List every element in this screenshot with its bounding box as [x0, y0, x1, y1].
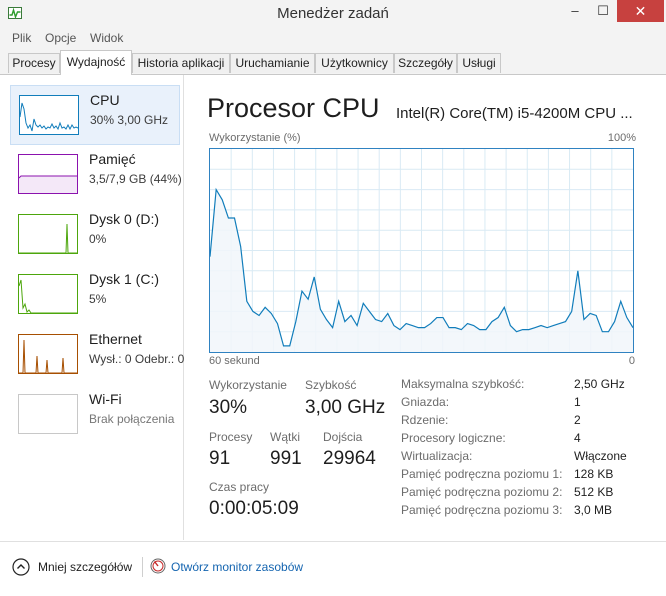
- detail-label: Pamięć podręczna poziomu 2:: [401, 485, 563, 499]
- resource-detail: 5%: [89, 292, 107, 306]
- resource-name: Wi-Fi: [89, 391, 122, 407]
- threads-value: 991: [270, 448, 302, 469]
- footer-separator: [142, 557, 143, 577]
- detail-value: 512 KB: [574, 485, 614, 499]
- memory-thumbnail-graph: [18, 154, 78, 194]
- detail-value: 2: [574, 413, 581, 427]
- usage-label: Wykorzystanie: [209, 378, 287, 392]
- handles-label: Dojścia: [323, 430, 363, 444]
- resource-monitor-icon: [150, 558, 166, 574]
- detail-label: Pamięć podręczna poziomu 3:: [401, 503, 563, 517]
- open-resource-monitor-label: Otwórz monitor zasobów: [171, 560, 304, 574]
- disk-0-thumbnail-graph: [18, 214, 78, 254]
- detail-value: 128 KB: [574, 467, 614, 481]
- resource-name: Ethernet: [89, 331, 142, 347]
- resource-detail: Brak połączenia: [89, 412, 175, 426]
- menu-bar: Plik Opcje Widok: [0, 26, 666, 50]
- wifi-thumbnail-graph: [18, 394, 78, 434]
- graph-x-left-label: 60 sekund: [209, 355, 260, 367]
- detail-label: Wirtualizacja:: [401, 449, 473, 463]
- speed-value: 3,00 GHz: [305, 397, 386, 418]
- tab-users[interactable]: Użytkownicy: [315, 53, 394, 73]
- detail-label: Procesory logiczne:: [401, 431, 506, 445]
- detail-value: 1: [574, 395, 581, 409]
- uptime-label: Czas pracy: [209, 480, 270, 494]
- processes-label: Procesy: [209, 430, 253, 444]
- menu-view[interactable]: Widok: [90, 31, 123, 45]
- detail-label: Pamięć podręczna poziomu 1:: [401, 467, 563, 481]
- detail-label: Maksymalna szybkość:: [401, 377, 525, 391]
- tab-performance[interactable]: Wydajność: [60, 50, 132, 75]
- resource-name: Pamięć: [89, 151, 136, 167]
- cpu-model-name: Intel(R) Core(TM) i5-4200M CPU ...: [396, 105, 633, 122]
- resource-detail: 3,5/7,9 GB (44%): [89, 172, 182, 186]
- speed-label: Szybkość: [305, 378, 357, 392]
- resource-item-ethernet[interactable]: Ethernet Wysł.: 0 Odebr.: 0: [10, 325, 184, 383]
- menu-file[interactable]: Plik: [12, 31, 31, 45]
- threads-label: Wątki: [270, 430, 300, 444]
- title-bar: Menedżer zadań – ☐ ✕: [0, 0, 666, 26]
- cpu-detail-panel: Procesor CPU Intel(R) Core(TM) i5-4200M …: [184, 75, 666, 540]
- uptime-value: 0:00:05:09: [209, 498, 299, 519]
- chevron-up-circle-icon: [12, 558, 30, 576]
- tab-app-history[interactable]: Historia aplikacji: [132, 53, 230, 73]
- resource-detail: 30% 3,00 GHz: [90, 113, 169, 127]
- tab-bar: Procesy Wydajność Historia aplikacji Uru…: [0, 50, 666, 75]
- resource-list: CPU 30% 3,00 GHz Pamięć 3,5/7,9 GB (44%)…: [0, 75, 184, 540]
- tab-startup[interactable]: Uruchamianie: [230, 53, 315, 73]
- minimize-button[interactable]: –: [561, 0, 589, 22]
- maximize-button[interactable]: ☐: [589, 0, 617, 22]
- resource-item-wifi[interactable]: Wi-Fi Brak połączenia: [10, 385, 178, 443]
- footer-bar: Mniej szczegółów Otwórz monitor zasobów: [0, 541, 666, 596]
- fewer-details-label: Mniej szczegółów: [38, 560, 133, 574]
- detail-label: Rdzenie:: [401, 413, 449, 427]
- detail-value: 2,50 GHz: [574, 377, 625, 391]
- detail-value: Włączone: [574, 449, 627, 463]
- detail-value: 4: [574, 431, 581, 445]
- resource-item-disk-0[interactable]: Dysk 0 (D:) 0%: [10, 205, 178, 263]
- resource-name: CPU: [90, 92, 120, 108]
- resource-item-cpu[interactable]: CPU 30% 3,00 GHz: [10, 85, 180, 145]
- processes-value: 91: [209, 448, 231, 469]
- handles-value: 29964: [323, 448, 376, 469]
- close-button[interactable]: ✕: [617, 0, 664, 22]
- tab-services[interactable]: Usługi: [457, 53, 501, 73]
- resource-item-disk-1[interactable]: Dysk 1 (C:) 5%: [10, 265, 178, 323]
- detail-value: 3,0 MB: [574, 503, 613, 517]
- menu-options[interactable]: Opcje: [45, 31, 76, 45]
- usage-value: 30%: [209, 397, 248, 418]
- resource-detail: Wysł.: 0 Odebr.: 0: [89, 352, 185, 366]
- graph-x-right-label: 0: [628, 355, 635, 367]
- resource-detail: 0%: [89, 232, 107, 246]
- tab-details[interactable]: Szczegóły: [394, 53, 457, 73]
- tab-processes[interactable]: Procesy: [8, 53, 60, 73]
- resource-name: Dysk 0 (D:): [89, 211, 159, 227]
- resource-name: Dysk 1 (C:): [89, 271, 159, 287]
- resource-item-memory[interactable]: Pamięć 3,5/7,9 GB (44%): [10, 145, 182, 203]
- graph-y-label: Wykorzystanie (%): [209, 132, 301, 144]
- detail-label: Gniazda:: [401, 395, 450, 409]
- cpu-usage-graph: [209, 148, 634, 353]
- ethernet-thumbnail-graph: [18, 334, 78, 374]
- page-title: Procesor CPU: [207, 93, 380, 123]
- disk-1-thumbnail-graph: [18, 274, 78, 314]
- graph-y-max-label: 100%: [607, 132, 636, 144]
- cpu-thumbnail-graph: [19, 95, 79, 135]
